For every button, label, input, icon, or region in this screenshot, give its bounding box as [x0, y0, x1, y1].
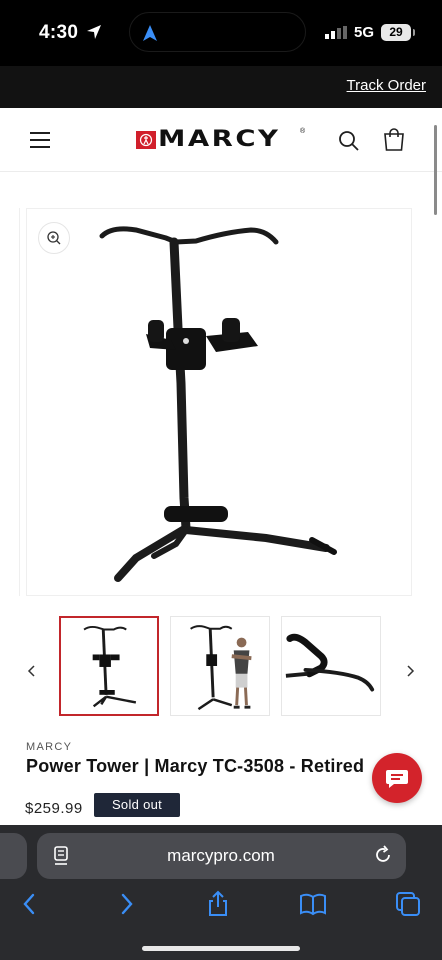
thumbnail-1[interactable]: [59, 616, 159, 716]
forward-icon[interactable]: [112, 890, 140, 918]
back-icon[interactable]: [16, 890, 44, 918]
track-order-link[interactable]: Track Order: [347, 77, 426, 94]
brand-logo-text: MARCY: [158, 127, 281, 152]
tabs-icon[interactable]: [394, 890, 422, 918]
thumbnail-3[interactable]: [281, 616, 381, 716]
brand-logo[interactable]: MARCY ®: [136, 128, 305, 152]
home-indicator[interactable]: [142, 946, 300, 951]
thumbnail-2[interactable]: [170, 616, 270, 716]
product-vendor: MARCY: [26, 741, 73, 753]
brand-logo-mark-icon: [136, 131, 156, 149]
product-price: $259.99: [25, 800, 83, 817]
thumbnail-prev-icon[interactable]: [24, 660, 40, 682]
thumbnail-3-image: [285, 633, 375, 692]
thumbnail-1-image: [83, 626, 137, 708]
announcement-bar: Track Order: [0, 66, 442, 108]
reload-icon[interactable]: [373, 845, 393, 865]
thumbnail-2-image: [190, 625, 252, 711]
location-arrow-icon: [87, 25, 101, 39]
search-icon[interactable]: [338, 130, 360, 152]
share-icon[interactable]: [204, 890, 232, 918]
registered-mark: ®: [300, 128, 306, 135]
sold-out-badge: Sold out: [94, 793, 180, 817]
dynamic-island: [129, 12, 306, 52]
site-header: MARCY ®: [0, 108, 442, 172]
chat-icon: [386, 770, 408, 788]
zoom-in-icon: [47, 231, 61, 245]
network-type: 5G: [354, 24, 375, 41]
bookmarks-icon[interactable]: [299, 890, 327, 918]
menu-icon[interactable]: [30, 132, 50, 148]
clock: 4:30: [39, 22, 79, 43]
product-title: Power Tower | Marcy TC-3508 - Retired: [26, 756, 365, 776]
gallery-edge: [19, 208, 20, 596]
cart-icon[interactable]: [383, 128, 405, 152]
cellular-signal-icon: [325, 26, 347, 39]
status-bar: 4:30 5G 29: [0, 0, 442, 66]
thumbnail-next-icon[interactable]: [402, 660, 418, 682]
main-product-image[interactable]: [26, 208, 412, 596]
page-scrollbar[interactable]: [434, 125, 437, 215]
zoom-button[interactable]: [38, 222, 70, 254]
chat-button[interactable]: [372, 753, 422, 803]
battery-icon: 29: [381, 24, 415, 41]
navigation-icon: [143, 25, 157, 41]
